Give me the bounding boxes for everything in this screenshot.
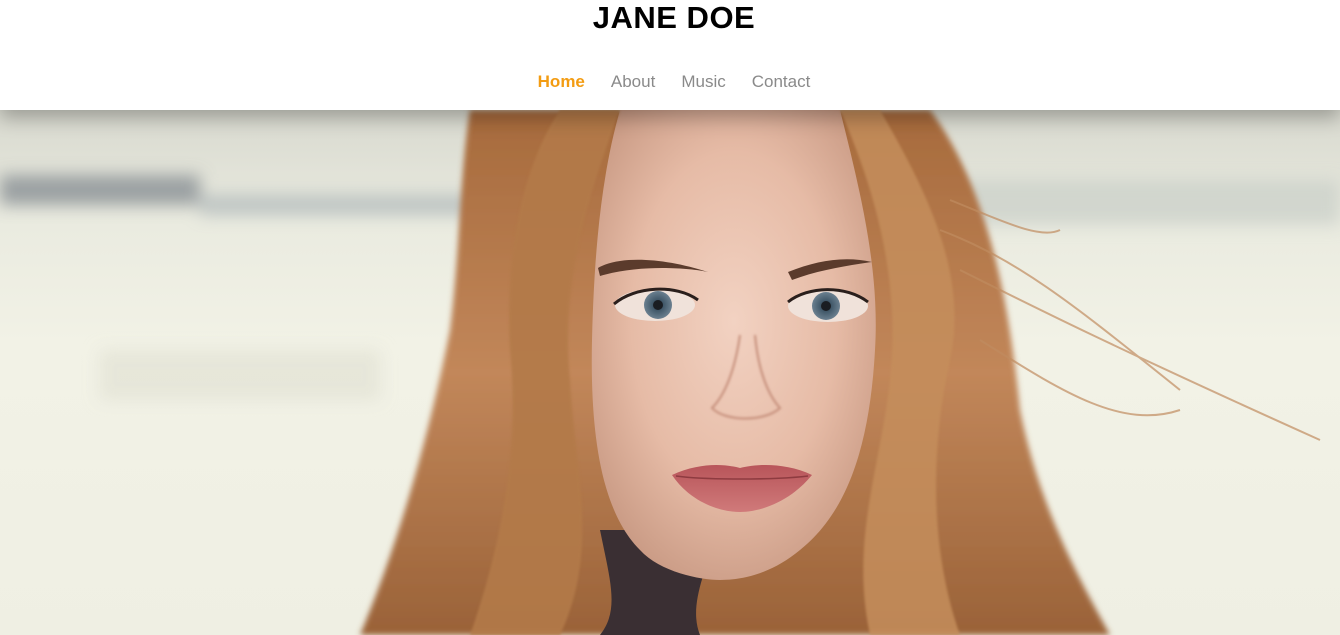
- main-nav: Home About Music Contact: [0, 70, 1340, 94]
- nav-item-home[interactable]: Home: [538, 70, 585, 94]
- nav-item-contact[interactable]: Contact: [752, 70, 811, 94]
- right-eye: [787, 288, 869, 322]
- nav-item-music[interactable]: Music: [681, 70, 725, 94]
- site-header: JANE DOE Home About Music Contact: [0, 0, 1340, 110]
- portrait-photo: [0, 110, 1340, 635]
- nav-item-about[interactable]: About: [611, 70, 655, 94]
- site-title[interactable]: JANE DOE: [0, 0, 1340, 38]
- hero-image: [0, 110, 1340, 635]
